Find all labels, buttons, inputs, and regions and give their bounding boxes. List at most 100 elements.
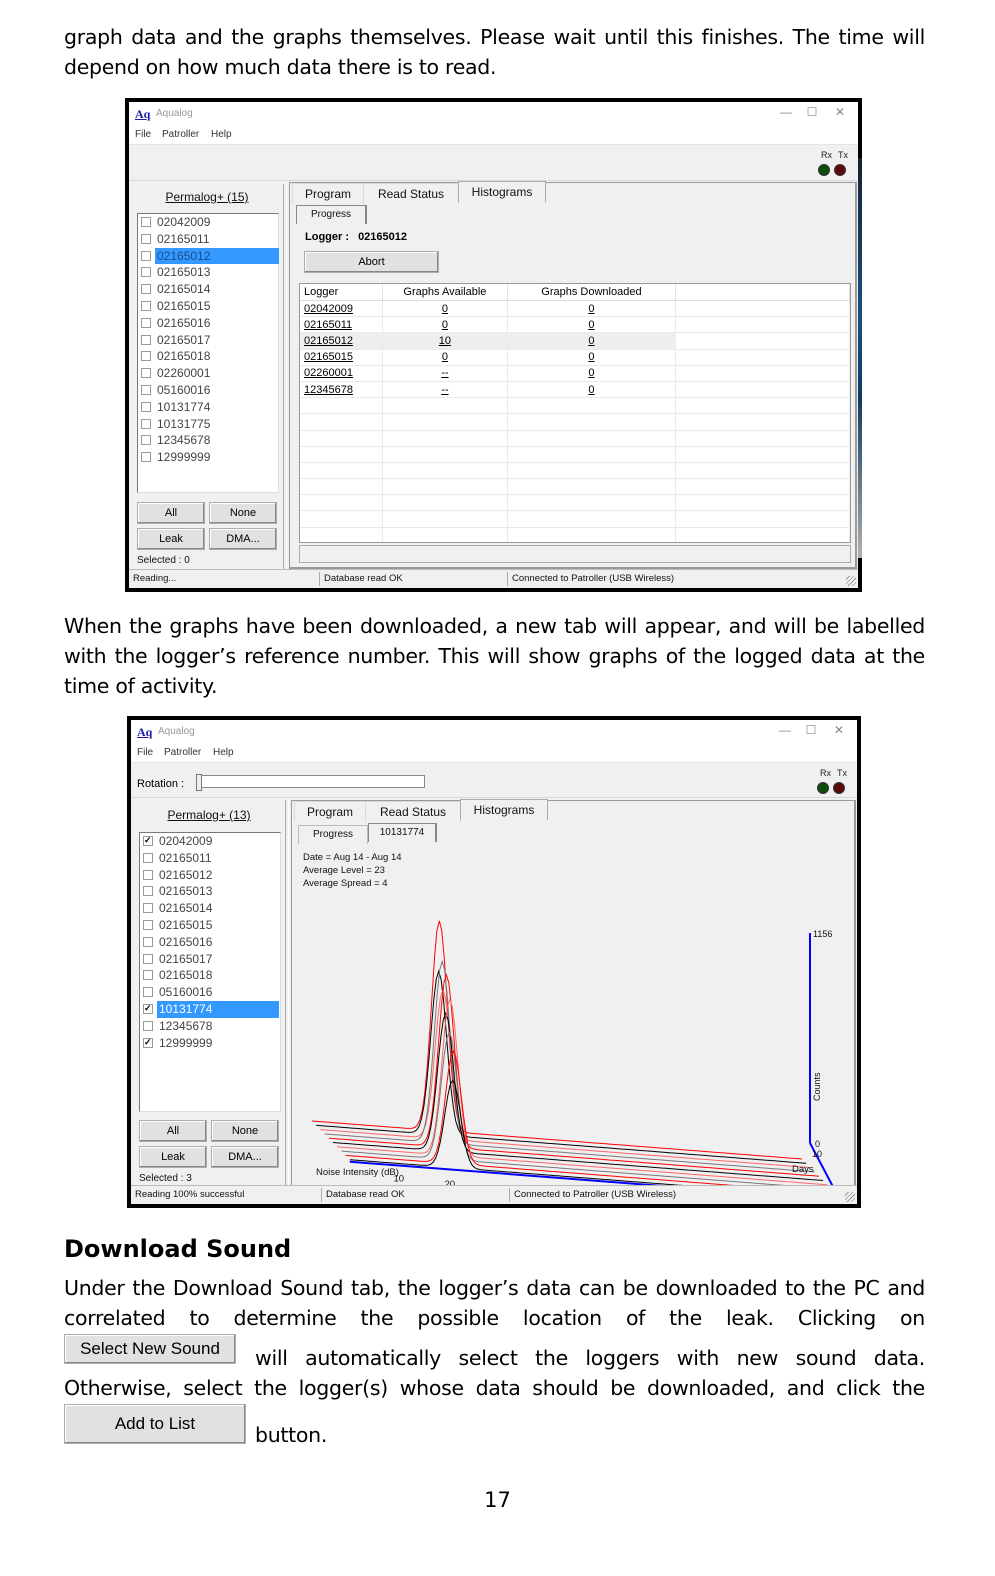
logger-checkbox[interactable] [141,250,151,261]
horizontal-scrollbar[interactable] [299,545,851,563]
logger-checkbox[interactable] [141,452,151,463]
cell-value[interactable]: 0 [588,303,594,315]
logger-checkbox[interactable] [141,300,151,311]
logger-checkbox[interactable] [141,401,151,412]
logger-list-item[interactable]: 02165018 [138,348,278,365]
logger-list-item[interactable]: 02165011 [140,850,280,867]
logger-list-item[interactable]: 02165014 [140,900,280,917]
column-header-logger[interactable]: Logger [300,284,383,301]
logger-checkbox[interactable] [143,936,153,947]
logger-checkbox[interactable] [141,368,151,379]
subtab-progress[interactable]: Progress [296,205,367,224]
leak-button[interactable]: Leak [139,1146,207,1168]
logger-checkbox[interactable] [143,953,153,964]
none-button[interactable]: None [209,502,277,524]
tab-read-status[interactable]: Read Status [365,801,461,822]
cell-value[interactable]: 02260001 [304,367,353,379]
tab-program[interactable]: Program [292,183,364,204]
logger-list-item[interactable]: 02165014 [138,281,278,298]
logger-checkbox[interactable] [143,987,153,998]
minimize-button[interactable]: — [775,723,795,737]
logger-list-item[interactable]: 02165011 [138,231,278,248]
close-button[interactable]: ✕ [830,105,850,119]
logger-checkbox[interactable] [141,267,151,278]
logger-list-item[interactable]: 10131774 [138,399,278,416]
logger-checkbox[interactable] [143,852,153,863]
cell-value[interactable]: 0 [442,319,448,331]
column-header-graphs-downloaded[interactable]: Graphs Downloaded [507,284,676,301]
logger-list-item[interactable]: 02165018 [140,967,280,984]
logger-checkbox[interactable] [143,970,153,981]
rotation-slider[interactable] [196,774,425,791]
abort-button[interactable]: Abort [304,251,439,273]
panel-splitter[interactable] [285,800,289,1190]
menu-file[interactable]: File [137,747,153,758]
logger-checkbox[interactable] [141,284,151,295]
leak-button[interactable]: Leak [137,528,205,550]
logger-list[interactable]: 0204200902165011021650120216501302165014… [139,832,281,1112]
logger-list-item[interactable]: 02165012 [140,867,280,884]
logger-checkbox[interactable] [141,217,151,227]
logger-list-item[interactable]: 02165012 [138,247,279,265]
logger-list-item[interactable]: 12999999 [140,1034,280,1052]
logger-list-item[interactable]: 02165016 [138,315,278,332]
logger-checkbox[interactable] [141,351,151,362]
cell-value[interactable]: -- [441,384,448,396]
table-row[interactable]: 02165011 0 0 [300,316,850,334]
resize-grip-icon[interactable] [846,576,856,586]
logger-checkbox[interactable] [141,384,151,395]
dma-button[interactable]: DMA... [209,528,277,550]
tab-histograms[interactable]: Histograms [458,181,546,202]
logger-checkbox[interactable] [143,1034,153,1050]
logger-list-item[interactable]: 05160016 [140,984,280,1001]
menu-help[interactable]: Help [213,747,234,758]
logger-checkbox[interactable] [143,832,153,849]
logger-list-item[interactable]: 02042009 [138,214,278,231]
all-button[interactable]: All [137,502,205,524]
table-row[interactable]: 02042009 0 0 [300,300,850,318]
close-button[interactable]: ✕ [829,723,849,737]
logger-checkbox[interactable] [143,919,153,930]
subtab-logger-10131774[interactable]: 10131774 [368,823,437,842]
none-button[interactable]: None [211,1120,279,1142]
logger-checkbox[interactable] [141,317,151,328]
table-row[interactable]: 12345678 -- 0 [300,381,850,399]
group-title[interactable]: Permalog+ (15) [133,190,281,204]
logger-list-item[interactable]: 10131774 [140,1000,280,1018]
cell-value[interactable]: 02042009 [304,303,353,315]
logger-checkbox[interactable] [143,886,153,897]
logger-list-item[interactable]: 02165013 [140,883,280,900]
cell-value[interactable]: 0 [588,367,594,379]
table-row[interactable]: 02165012 10 0 [300,332,850,350]
logger-list-item[interactable]: 02165016 [140,934,280,951]
logger-list-item[interactable]: 05160016 [138,382,278,399]
logger-checkbox[interactable] [143,903,153,914]
logger-list-item[interactable]: 02165017 [138,332,278,349]
table-row[interactable]: 02260001 -- 0 [300,365,850,382]
cell-value[interactable]: 0 [588,319,594,331]
select-new-sound-button[interactable]: Select New Sound [64,1334,236,1364]
maximize-button[interactable]: ☐ [801,723,821,737]
logger-list-item[interactable]: 02165013 [138,264,278,281]
logger-checkbox[interactable] [141,233,151,244]
logger-list-item[interactable]: 02042009 [140,832,280,850]
logger-checkbox[interactable] [143,1020,153,1031]
subtab-progress[interactable]: Progress [298,825,368,844]
logger-list-item[interactable]: 02165015 [138,298,278,315]
logger-list[interactable]: 0204200902165011021650120216501302165014… [137,213,279,493]
cell-value[interactable]: 10 [439,335,451,347]
logger-checkbox[interactable] [141,334,151,345]
graphs-table[interactable]: Logger Graphs Available Graphs Downloade… [299,283,851,543]
cell-value[interactable]: 0 [442,351,448,363]
cell-value[interactable]: -- [441,367,448,379]
maximize-button[interactable]: ☐ [802,105,822,119]
menu-patroller[interactable]: Patroller [162,129,199,140]
tab-program[interactable]: Program [294,801,366,822]
cell-value[interactable]: 0 [588,384,594,396]
group-title[interactable]: Permalog+ (13) [135,808,283,822]
logger-checkbox[interactable] [141,418,151,429]
dma-button[interactable]: DMA... [211,1146,279,1168]
cell-value[interactable]: 02165012 [304,335,353,347]
cell-value[interactable]: 12345678 [304,384,353,396]
minimize-button[interactable]: — [776,105,796,119]
